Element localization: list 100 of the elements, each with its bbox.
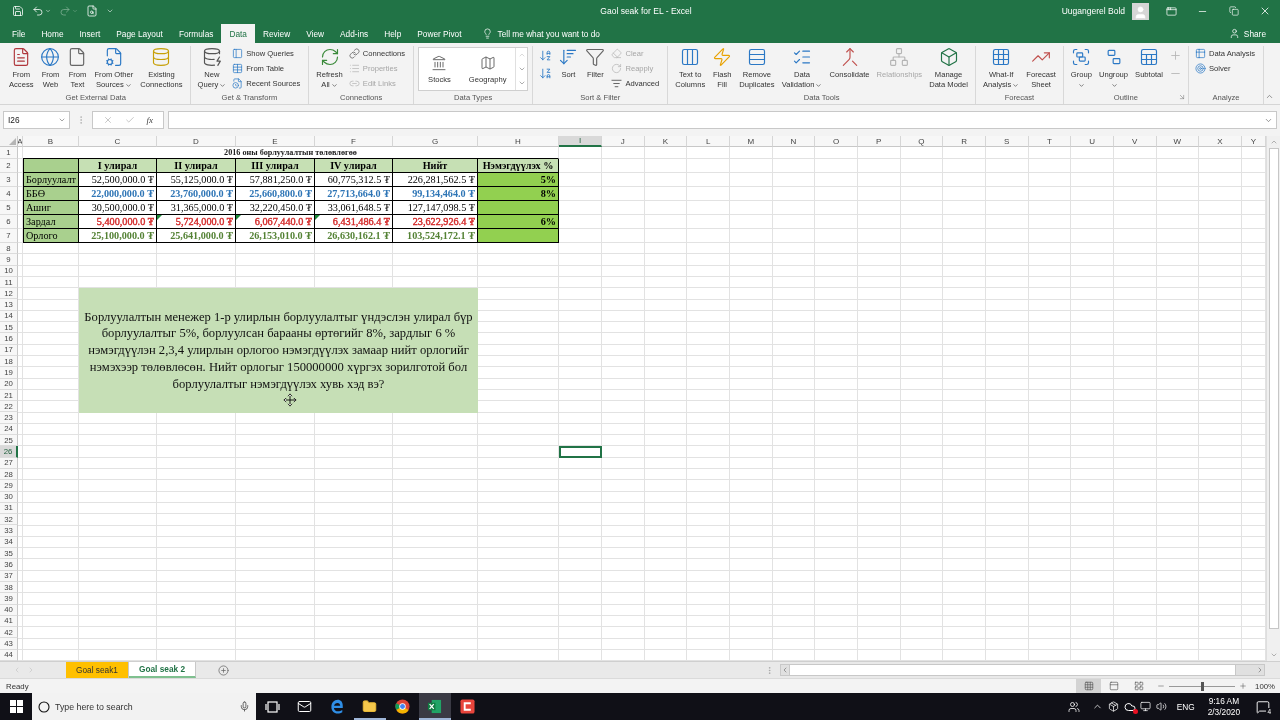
undo-icon[interactable] bbox=[32, 5, 44, 17]
cloud-error-icon[interactable] bbox=[1123, 700, 1136, 713]
ribbon-tab[interactable]: Insert bbox=[71, 24, 109, 43]
browser-logo-icon[interactable] bbox=[329, 699, 345, 714]
more-options-icon[interactable] bbox=[517, 79, 526, 87]
ribbon-tab[interactable]: Review bbox=[255, 24, 299, 43]
clock-button[interactable]: 9:16 AM 2/3/2020 bbox=[1201, 695, 1246, 718]
column-header[interactable]: T bbox=[1028, 136, 1072, 147]
table-icon bbox=[1194, 48, 1206, 59]
save-icon[interactable] bbox=[12, 5, 24, 17]
taskbar-button[interactable] bbox=[418, 693, 451, 720]
column-header[interactable]: X bbox=[1199, 136, 1242, 147]
horizontal-scrollbar[interactable] bbox=[780, 664, 1265, 676]
sheet-tab[interactable]: Goal seak1 bbox=[66, 662, 129, 678]
windows-logo-icon[interactable] bbox=[9, 700, 23, 713]
selected-cell bbox=[559, 446, 602, 458]
scroll-left-icon[interactable] bbox=[781, 666, 789, 674]
table-cell: 23,622,926.4 ₮ bbox=[393, 215, 478, 229]
people-icon[interactable] bbox=[1067, 700, 1080, 713]
column-header[interactable]: Y bbox=[1241, 136, 1266, 147]
recorder-app-icon[interactable] bbox=[459, 699, 475, 714]
column-header[interactable]: I bbox=[559, 136, 602, 147]
ribbon-tab[interactable]: Add-ins bbox=[332, 24, 377, 43]
column-header[interactable]: P bbox=[857, 136, 901, 147]
column-header[interactable]: B bbox=[23, 136, 79, 147]
collapse-ribbon-icon[interactable] bbox=[1265, 92, 1274, 101]
vertical-scrollbar[interactable] bbox=[1266, 136, 1280, 661]
bank-building-icon bbox=[431, 54, 448, 71]
ribbon-tab[interactable]: Data bbox=[221, 24, 255, 43]
round-browser-logo-icon[interactable] bbox=[394, 699, 410, 714]
column-header[interactable]: U bbox=[1071, 136, 1114, 147]
column-header[interactable]: M bbox=[729, 136, 773, 147]
link-icon bbox=[348, 48, 360, 59]
scroll-down-icon[interactable] bbox=[517, 65, 526, 73]
column-header[interactable]: S bbox=[985, 136, 1029, 147]
sheet-tab[interactable]: Goal seak 2 bbox=[129, 662, 197, 678]
column-header[interactable]: V bbox=[1113, 136, 1157, 147]
language-indicator[interactable]: ENG bbox=[1169, 701, 1202, 712]
column-header[interactable]: N bbox=[772, 136, 816, 147]
notifications-icon[interactable] bbox=[1256, 699, 1270, 714]
share-button[interactable]: Share bbox=[1228, 24, 1266, 43]
column-header[interactable]: E bbox=[236, 136, 315, 147]
column-header[interactable]: L bbox=[687, 136, 730, 147]
scrollbar-thumb[interactable] bbox=[1268, 148, 1279, 629]
map-icon bbox=[479, 54, 496, 71]
dialog-launcher-icon[interactable] bbox=[1177, 93, 1186, 101]
column-header[interactable]: D bbox=[157, 136, 236, 147]
zoom-slider-thumb[interactable] bbox=[1201, 681, 1205, 691]
ribbon-tab[interactable]: Page Layout bbox=[108, 24, 171, 43]
column-header[interactable]: G bbox=[393, 136, 478, 147]
scroll-up-icon[interactable] bbox=[1269, 138, 1278, 146]
column-header[interactable]: C bbox=[79, 136, 157, 147]
list-icon bbox=[348, 63, 360, 74]
spreadsheet-app-icon[interactable] bbox=[427, 699, 443, 714]
taskbar-search-bar[interactable]: Type here to search bbox=[32, 693, 256, 720]
print-preview-icon[interactable] bbox=[86, 5, 98, 17]
view-button[interactable] bbox=[1076, 679, 1102, 693]
splitter-dots-icon[interactable] bbox=[765, 665, 774, 675]
column-header[interactable]: W bbox=[1156, 136, 1200, 147]
formula-input[interactable] bbox=[168, 111, 1277, 129]
column-header[interactable]: J bbox=[602, 136, 645, 147]
restore-icon[interactable] bbox=[1228, 6, 1239, 16]
network-icon[interactable] bbox=[1140, 701, 1152, 712]
column-header[interactable]: K bbox=[644, 136, 688, 147]
column-header[interactable]: Q bbox=[900, 136, 944, 147]
column-header[interactable]: R bbox=[943, 136, 986, 147]
table-cell: 33,061,648.5 ₮ bbox=[315, 201, 393, 215]
table-icon bbox=[232, 63, 244, 74]
globe-icon bbox=[40, 47, 61, 67]
scroll-down-icon[interactable] bbox=[1269, 651, 1278, 659]
insert-function-button[interactable]: fx bbox=[146, 115, 154, 125]
search-field[interactable]: Type here to search bbox=[55, 693, 234, 720]
ribbon-tab[interactable]: View bbox=[298, 24, 333, 43]
column-header[interactable]: O bbox=[815, 136, 858, 147]
volume-icon[interactable] bbox=[1156, 701, 1168, 712]
microphone-icon[interactable] bbox=[239, 701, 250, 712]
tell-me-search[interactable]: Tell me what you want to do bbox=[481, 24, 600, 43]
ribbon-tab[interactable]: File bbox=[4, 24, 34, 43]
scrollbar-thumb[interactable] bbox=[789, 665, 1236, 675]
sort-ascending-icon[interactable] bbox=[539, 48, 553, 62]
task-view-icon[interactable] bbox=[264, 700, 280, 713]
folder-icon[interactable] bbox=[362, 699, 378, 714]
percent-cell: 5% bbox=[478, 173, 559, 187]
ribbon-tab[interactable]: Help bbox=[376, 24, 410, 43]
box-icon[interactable] bbox=[1108, 701, 1120, 712]
ribbon-tab[interactable]: Home bbox=[33, 24, 72, 43]
column-header[interactable]: F bbox=[315, 136, 393, 147]
ribbon-tab[interactable]: Power Pivot bbox=[409, 24, 470, 43]
add-sheet-icon[interactable] bbox=[218, 664, 230, 676]
name-box[interactable]: I26 bbox=[3, 111, 70, 129]
zoom-in-icon[interactable] bbox=[1239, 682, 1248, 690]
sort-descending-icon[interactable] bbox=[539, 66, 553, 80]
mail-icon[interactable] bbox=[297, 699, 313, 714]
cell-grid[interactable] bbox=[18, 147, 1266, 661]
column-header[interactable]: H bbox=[478, 136, 559, 147]
ribbon-tab[interactable]: Formulas bbox=[170, 24, 222, 43]
avatar-icon[interactable] bbox=[1132, 2, 1149, 20]
customize-toolbar-icon[interactable] bbox=[106, 7, 114, 15]
scroll-right-icon[interactable] bbox=[1256, 666, 1264, 674]
ribbon-display-options-icon[interactable] bbox=[1166, 5, 1177, 17]
